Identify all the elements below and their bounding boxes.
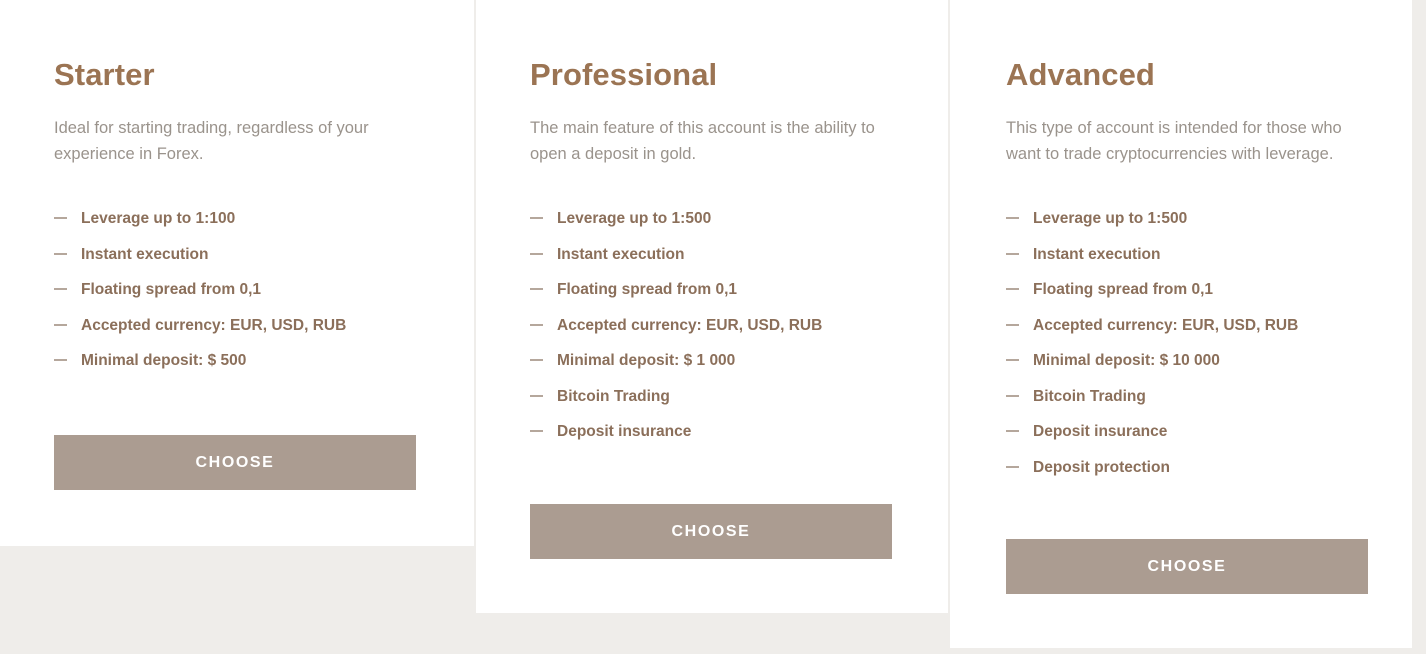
pricing-card-professional: Professional The main feature of this ac… (476, 0, 948, 613)
pricing-card-advanced: Advanced This type of account is intende… (950, 0, 1412, 648)
dash-bullet-icon (530, 430, 543, 432)
plan-description: The main feature of this account is the … (530, 119, 875, 163)
plan-feature-item: Instant execution (1006, 245, 1368, 264)
dash-bullet-icon (1006, 217, 1019, 219)
dash-bullet-icon (54, 359, 67, 361)
plan-feature-label: Minimal deposit: $ 10 000 (1033, 352, 1220, 369)
plan-feature-item: Accepted currency: EUR, USD, RUB (530, 316, 892, 335)
plan-feature-label: Minimal deposit: $ 500 (81, 352, 247, 369)
plan-feature-label: Deposit protection (1033, 458, 1170, 476)
pricing-card-starter: Starter Ideal for starting trading, rega… (0, 0, 474, 546)
plan-feature-label: Instant execution (81, 245, 209, 263)
plan-title: Starter (54, 57, 155, 92)
plan-feature-item: Instant execution (530, 245, 892, 264)
dash-bullet-icon (1006, 359, 1019, 361)
plan-feature-item: Floating spread from 0,1 (54, 280, 416, 299)
plan-feature-label: Floating spread from 0,1 (557, 281, 738, 298)
dash-bullet-icon (1006, 430, 1019, 432)
plan-feature-label: Floating spread from 0,1 (1033, 281, 1214, 298)
plan-feature-item: Bitcoin Trading (1006, 387, 1368, 406)
plan-feature-label: Deposit insurance (1033, 423, 1168, 440)
plan-feature-label: Deposit insurance (557, 423, 692, 440)
choose-plan-button[interactable]: CHOOSE (530, 503, 892, 559)
dash-bullet-icon (1006, 465, 1019, 468)
plan-feature-label: Bitcoin Trading (1033, 387, 1146, 405)
plan-feature-item: Minimal deposit: $ 1 000 (530, 351, 892, 370)
plan-feature-list: Leverage up to 1:500 Instant execution F… (530, 167, 892, 441)
plan-feature-item: Bitcoin Trading (530, 387, 892, 406)
plan-feature-label: Floating spread from 0,1 (81, 281, 262, 298)
choose-plan-button[interactable]: CHOOSE (1006, 539, 1368, 594)
dash-bullet-icon (530, 394, 543, 397)
plan-feature-label: Leverage up to 1:100 (81, 210, 236, 227)
choose-plan-button[interactable]: CHOOSE (54, 434, 416, 490)
plan-cta-wrapper: CHOOSE (530, 458, 892, 559)
plan-description: Ideal for starting trading, regardless o… (54, 119, 369, 163)
pricing-plans-section: Starter Ideal for starting trading, rega… (0, 0, 1426, 654)
plan-feature-label: Bitcoin Trading (557, 387, 670, 405)
plan-feature-label: Instant execution (1033, 245, 1161, 263)
plan-feature-item: Leverage up to 1:500 (1006, 209, 1368, 228)
dash-bullet-icon (1006, 252, 1019, 255)
dash-bullet-icon (1006, 394, 1019, 397)
plan-feature-label: Accepted currency: EUR, USD, RUB (81, 316, 347, 334)
plan-feature-item: Leverage up to 1:100 (54, 209, 416, 228)
plan-feature-item: Accepted currency: EUR, USD, RUB (1006, 316, 1368, 335)
dash-bullet-icon (530, 288, 543, 290)
dash-bullet-icon (54, 288, 67, 290)
plan-cta-wrapper: CHOOSE (1006, 493, 1368, 594)
dash-bullet-icon (530, 217, 543, 219)
dash-bullet-icon (1006, 323, 1019, 326)
plan-feature-item: Accepted currency: EUR, USD, RUB (54, 316, 416, 335)
dash-bullet-icon (54, 323, 67, 326)
plan-feature-label: Accepted currency: EUR, USD, RUB (1033, 316, 1299, 334)
plan-feature-item: Deposit insurance (1006, 422, 1368, 441)
plan-feature-list: Leverage up to 1:100 Instant execution F… (54, 167, 416, 370)
dash-bullet-icon (54, 217, 67, 219)
plan-feature-list: Leverage up to 1:500 Instant execution F… (1006, 167, 1368, 477)
dash-bullet-icon (1006, 288, 1019, 290)
plan-feature-item: Instant execution (54, 245, 416, 264)
plan-feature-item: Deposit protection (1006, 458, 1368, 477)
plan-feature-label: Minimal deposit: $ 1 000 (557, 352, 736, 369)
plan-feature-label: Leverage up to 1:500 (557, 210, 712, 227)
plan-description: This type of account is intended for tho… (1006, 119, 1342, 163)
plan-feature-item: Minimal deposit: $ 500 (54, 351, 416, 370)
dash-bullet-icon (530, 252, 543, 255)
plan-feature-item: Minimal deposit: $ 10 000 (1006, 351, 1368, 370)
dash-bullet-icon (530, 359, 543, 361)
plan-feature-item: Leverage up to 1:500 (530, 209, 892, 228)
plan-feature-item: Floating spread from 0,1 (530, 280, 892, 299)
plan-feature-label: Instant execution (557, 245, 685, 263)
dash-bullet-icon (530, 323, 543, 326)
plan-feature-item: Floating spread from 0,1 (1006, 280, 1368, 299)
plan-feature-item: Deposit insurance (530, 422, 892, 441)
plan-cta-wrapper: CHOOSE (54, 387, 416, 490)
plan-title: Professional (530, 57, 718, 92)
plan-title: Advanced (1006, 57, 1155, 92)
dash-bullet-icon (54, 252, 67, 255)
plan-feature-label: Accepted currency: EUR, USD, RUB (557, 316, 823, 334)
plan-feature-label: Leverage up to 1:500 (1033, 210, 1188, 227)
